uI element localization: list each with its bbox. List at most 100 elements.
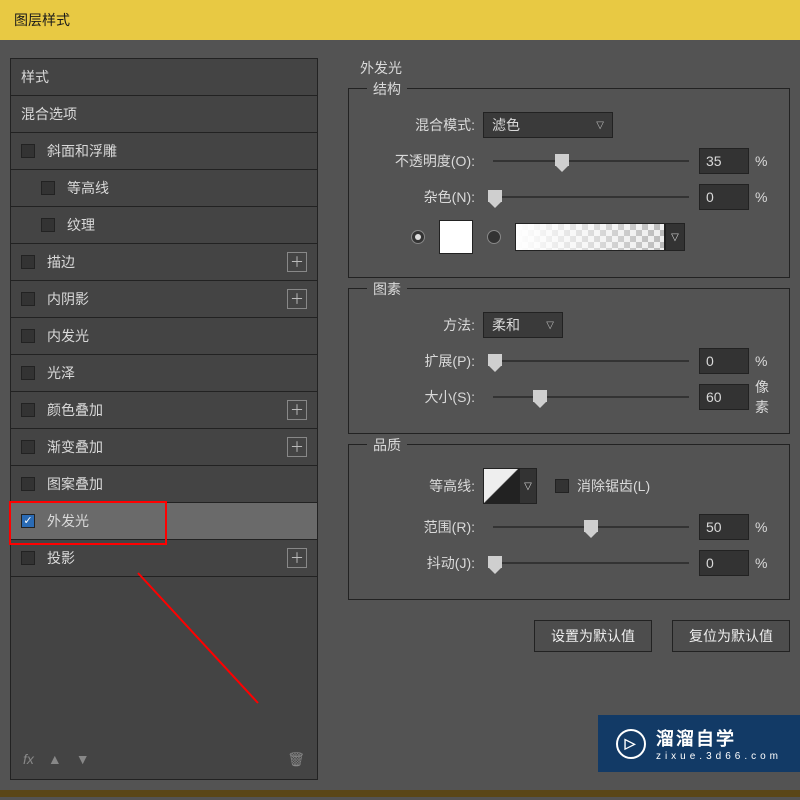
blend-mode-select[interactable]: 滤色 ▽ <box>483 112 613 138</box>
style-checkbox[interactable] <box>21 366 35 380</box>
add-instance-icon[interactable]: ＋ <box>287 400 307 420</box>
styles-list: 样式 混合选项 斜面和浮雕等高线纹理描边＋内阴影＋内发光光泽颜色叠加＋渐变叠加＋… <box>10 58 318 780</box>
add-instance-icon[interactable]: ＋ <box>287 437 307 457</box>
add-instance-icon[interactable]: ＋ <box>287 252 307 272</box>
style-label: 颜色叠加 <box>47 400 287 420</box>
style-item-4[interactable]: 内阴影＋ <box>11 281 317 318</box>
styles-header[interactable]: 样式 <box>11 59 317 96</box>
style-checkbox[interactable] <box>21 440 35 454</box>
antialias-checkbox[interactable] <box>555 479 569 493</box>
blending-options-header[interactable]: 混合选项 <box>11 96 317 133</box>
add-instance-icon[interactable]: ＋ <box>287 289 307 309</box>
style-checkbox[interactable] <box>21 477 35 491</box>
range-input[interactable]: 50 <box>699 514 749 540</box>
glow-color-swatch[interactable] <box>439 220 473 254</box>
percent-label: % <box>749 353 777 369</box>
style-checkbox[interactable] <box>41 218 55 232</box>
blending-header-label: 混合选项 <box>21 104 307 124</box>
noise-input[interactable]: 0 <box>699 184 749 210</box>
fx-menu-icon[interactable]: fx <box>23 751 34 767</box>
move-down-icon[interactable]: ▼ <box>76 751 90 767</box>
gradient-radio[interactable] <box>487 230 501 244</box>
structure-group: 结构 混合模式: 滤色 ▽ 不透明度(O): 35 % 杂色(N): 0 % <box>348 88 790 278</box>
make-default-button[interactable]: 设置为默认值 <box>534 620 652 652</box>
size-input[interactable]: 60 <box>699 384 749 410</box>
effect-settings-panel: 外发光 结构 混合模式: 滤色 ▽ 不透明度(O): 35 % 杂色(N): 0 <box>328 40 800 790</box>
jitter-slider[interactable] <box>493 554 689 572</box>
noise-slider[interactable] <box>493 188 689 206</box>
reset-default-button[interactable]: 复位为默认值 <box>672 620 790 652</box>
footer-strip <box>0 790 800 797</box>
percent-label: % <box>749 153 777 169</box>
trash-icon[interactable]: 🗑 <box>287 751 305 768</box>
spread-row: 扩展(P): 0 % <box>361 343 777 379</box>
spread-input[interactable]: 0 <box>699 348 749 374</box>
style-item-11[interactable]: 投影＋ <box>11 540 317 577</box>
add-instance-icon[interactable]: ＋ <box>287 548 307 568</box>
style-label: 图案叠加 <box>47 474 307 494</box>
percent-label: % <box>749 519 777 535</box>
gradient-swatch[interactable] <box>515 223 665 251</box>
opacity-slider[interactable] <box>493 152 689 170</box>
style-label: 斜面和浮雕 <box>47 141 307 161</box>
style-checkbox[interactable] <box>21 551 35 565</box>
window-titlebar: 图层样式 <box>0 0 800 40</box>
jitter-label: 抖动(J): <box>361 553 483 573</box>
structure-title: 结构 <box>367 79 407 99</box>
style-item-8[interactable]: 渐变叠加＋ <box>11 429 317 466</box>
move-up-icon[interactable]: ▲ <box>48 751 62 767</box>
quality-group: 品质 等高线: ▽ 消除锯齿(L) 范围(R): 50 % 抖动(J): <box>348 444 790 600</box>
style-checkbox[interactable] <box>21 144 35 158</box>
style-item-9[interactable]: 图案叠加 <box>11 466 317 503</box>
contour-dropdown-icon[interactable]: ▽ <box>519 468 537 504</box>
style-item-0[interactable]: 斜面和浮雕 <box>11 133 317 170</box>
technique-label: 方法: <box>361 315 483 335</box>
glow-color-row: ▽ <box>361 215 777 259</box>
styles-header-label: 样式 <box>21 67 307 87</box>
technique-value: 柔和 <box>492 315 520 335</box>
size-slider[interactable] <box>493 388 689 406</box>
style-checkbox[interactable] <box>21 329 35 343</box>
jitter-row: 抖动(J): 0 % <box>361 545 777 581</box>
style-label: 等高线 <box>67 178 307 198</box>
style-checkbox[interactable] <box>21 514 35 528</box>
noise-label: 杂色(N): <box>361 187 483 207</box>
style-item-1[interactable]: 等高线 <box>11 170 317 207</box>
style-item-7[interactable]: 颜色叠加＋ <box>11 392 317 429</box>
contour-picker[interactable] <box>483 468 519 504</box>
style-label: 描边 <box>47 252 287 272</box>
range-slider[interactable] <box>493 518 689 536</box>
percent-label: % <box>749 189 777 205</box>
quality-title: 品质 <box>367 435 407 455</box>
spread-slider[interactable] <box>493 352 689 370</box>
style-checkbox[interactable] <box>41 181 55 195</box>
style-checkbox[interactable] <box>21 403 35 417</box>
style-item-10[interactable]: 外发光 <box>11 503 317 540</box>
style-label: 内发光 <box>47 326 307 346</box>
style-item-5[interactable]: 内发光 <box>11 318 317 355</box>
style-label: 光泽 <box>47 363 307 383</box>
pixel-label: 像素 <box>749 377 777 417</box>
style-label: 内阴影 <box>47 289 287 309</box>
opacity-input[interactable]: 35 <box>699 148 749 174</box>
style-checkbox[interactable] <box>21 255 35 269</box>
styles-toolbar: fx ▲ ▼ 🗑 <box>11 739 317 779</box>
solid-color-radio[interactable] <box>411 230 425 244</box>
contour-label: 等高线: <box>361 476 483 496</box>
style-item-6[interactable]: 光泽 <box>11 355 317 392</box>
default-buttons-row: 设置为默认值 复位为默认值 <box>328 600 800 652</box>
style-item-2[interactable]: 纹理 <box>11 207 317 244</box>
blend-mode-row: 混合模式: 滤色 ▽ <box>361 107 777 143</box>
style-label: 投影 <box>47 548 287 568</box>
watermark: ▷ 溜溜自学 zixue.3d66.com <box>598 715 800 772</box>
antialias-label: 消除锯齿(L) <box>577 476 650 496</box>
range-label: 范围(R): <box>361 517 483 537</box>
style-checkbox[interactable] <box>21 292 35 306</box>
technique-select[interactable]: 柔和 ▽ <box>483 312 563 338</box>
gradient-dropdown-icon[interactable]: ▽ <box>665 223 685 251</box>
style-item-3[interactable]: 描边＋ <box>11 244 317 281</box>
jitter-input[interactable]: 0 <box>699 550 749 576</box>
percent-label: % <box>749 555 777 571</box>
window-title: 图层样式 <box>14 12 70 28</box>
watermark-text: 溜溜自学 <box>656 729 736 749</box>
